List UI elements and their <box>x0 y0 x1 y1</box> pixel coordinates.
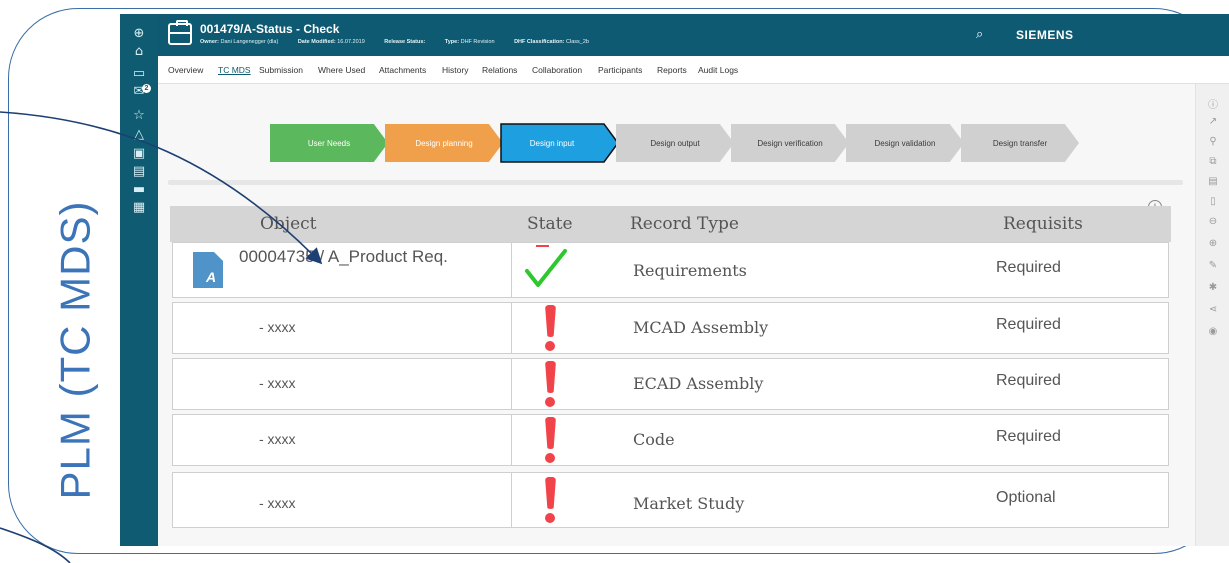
minus-circle-icon[interactable]: ⊖ <box>1205 216 1221 230</box>
phase-design-planning[interactable]: Design planning <box>385 124 503 162</box>
header-meta: Owner: Dani Langenegger (dla) Date Modif… <box>200 39 607 45</box>
edit-icon[interactable]: ▣ <box>130 146 148 162</box>
info-icon[interactable]: ⓘ <box>1205 96 1221 111</box>
row-record-type: Requirements <box>633 261 747 280</box>
paste-icon[interactable]: ▤ <box>1205 176 1221 190</box>
phase-user-needs[interactable]: User Needs <box>270 124 388 162</box>
folder-icon[interactable]: ▭ <box>130 66 148 82</box>
col-record-type: Record Type <box>630 214 739 234</box>
inbox-badge: 2 <box>142 84 151 93</box>
table-row[interactable]: - xxxx MCAD Assembly Required <box>172 302 1169 354</box>
home-icon[interactable]: ⌂ <box>130 44 148 60</box>
warning-exclamation-icon <box>543 361 557 409</box>
share-icon[interactable]: ↗ <box>1205 116 1221 130</box>
side-label-wrap: PLM (TC MDS) <box>20 170 130 530</box>
meta-type: Type: DHF Revision <box>444 39 495 45</box>
briefcase-icon <box>168 20 192 45</box>
meta-classification: DHF Classification: Class_2b <box>514 39 589 45</box>
add-icon[interactable]: ⊕ <box>130 26 148 42</box>
row-object[interactable]: - xxxx <box>259 495 296 511</box>
list-icon[interactable]: ▤ <box>130 164 148 180</box>
table-row[interactable]: - xxxx ECAD Assembly Required <box>172 358 1169 410</box>
tab-submission[interactable]: Submission <box>259 65 303 75</box>
table-header: Object State Record Type Requisits <box>170 206 1171 242</box>
row-object[interactable]: - xxxx <box>259 319 296 335</box>
page-title: 001479/A-Status - Check <box>200 22 340 36</box>
tab-collaboration[interactable]: Collaboration <box>532 65 582 75</box>
phase-design-verification[interactable]: Design verification <box>731 124 849 162</box>
meta-release: Release Status: <box>384 39 426 45</box>
row-object[interactable]: - xxxx <box>259 431 296 447</box>
meta-date: Date Modified: 16.07.2019 <box>297 39 365 45</box>
brand-logo: SIEMENS <box>1016 28 1074 42</box>
eye-icon[interactable]: ◉ <box>1205 326 1221 340</box>
right-toolbar: ⓘ ↗ ⚲ ⧉ ▤ ▯ ⊖ ⊕ ✎ ✱ ⋖ ◉ <box>1195 84 1229 546</box>
network-icon[interactable]: ⋖ <box>1205 304 1221 318</box>
warning-exclamation-icon <box>543 417 557 465</box>
search-icon[interactable]: ⌕ <box>976 27 992 43</box>
tab-overview[interactable]: Overview <box>168 65 203 75</box>
row-object[interactable]: 00004735 / A_Product Req. <box>239 247 469 267</box>
tab-bar: Overview TC MDS Submission Where Used At… <box>158 56 1229 84</box>
horizontal-scrollbar[interactable] <box>168 180 1183 185</box>
header-bar: 001479/A-Status - Check Owner: Dani Lang… <box>158 14 1229 56</box>
phase-design-output[interactable]: Design output <box>616 124 734 162</box>
nav-rail: ⊕ ⌂ ▭ ✉ 2 ☆ △ ▣ ▤ ▬ ▦ <box>120 14 158 546</box>
alert-icon[interactable]: △ <box>130 127 148 143</box>
tab-history[interactable]: History <box>442 65 468 75</box>
report-icon[interactable]: ▦ <box>130 200 148 216</box>
copy-icon[interactable]: ⧉ <box>1205 156 1221 170</box>
tab-tc-mds[interactable]: TC MDS <box>218 65 251 75</box>
tab-audit-logs[interactable]: Audit Logs <box>698 65 738 75</box>
plus-circle-icon[interactable]: ⊕ <box>1205 238 1221 252</box>
col-object: Object <box>260 214 317 234</box>
record-table: Object State Record Type Requisits A 000… <box>170 206 1171 534</box>
row-requisit: Required <box>996 316 1061 333</box>
slide: PLM (TC MDS) ⊕ ⌂ ▭ ✉ 2 ☆ △ ▣ ▤ ▬ ▦ 00147… <box>0 0 1229 563</box>
check-icon <box>525 245 567 287</box>
tab-relations[interactable]: Relations <box>482 65 517 75</box>
star-icon[interactable]: ☆ <box>130 108 148 124</box>
row-record-type: MCAD Assembly <box>633 318 769 337</box>
row-record-type: Market Study <box>633 494 745 513</box>
table-row[interactable]: - xxxx Market Study Optional <box>172 472 1169 528</box>
phase-design-transfer[interactable]: Design transfer <box>961 124 1079 162</box>
row-object[interactable]: - xxxx <box>259 375 296 391</box>
side-label: PLM (TC MDS) <box>51 200 98 500</box>
row-requisit: Required <box>996 428 1061 445</box>
document-icon: A <box>193 252 223 288</box>
row-requisit: Optional <box>996 489 1056 506</box>
tools-icon[interactable]: ✱ <box>1205 282 1221 296</box>
warning-exclamation-icon <box>543 477 557 525</box>
monitor-icon[interactable]: ▬ <box>130 182 148 198</box>
row-requisit: Required <box>996 259 1061 276</box>
workflow-icon[interactable]: ⚲ <box>1205 136 1221 150</box>
phase-design-input[interactable]: Design input <box>500 124 604 162</box>
tab-reports[interactable]: Reports <box>657 65 687 75</box>
row-requisit: Required <box>996 372 1061 389</box>
table-row[interactable]: A 00004735 / A_Product Req. Requirements… <box>172 242 1169 298</box>
col-requisits: Requisits <box>1003 214 1083 234</box>
tab-where-used[interactable]: Where Used <box>318 65 365 75</box>
warning-exclamation-icon <box>543 305 557 353</box>
tab-participants[interactable]: Participants <box>598 65 642 75</box>
row-record-type: ECAD Assembly <box>633 374 764 393</box>
meta-owner: Owner: Dani Langenegger (dla) <box>200 39 279 45</box>
phase-design-validation[interactable]: Design validation <box>846 124 964 162</box>
table-row[interactable]: - xxxx Code Required <box>172 414 1169 466</box>
tab-attachments[interactable]: Attachments <box>379 65 426 75</box>
pencil-icon[interactable]: ✎ <box>1205 260 1221 274</box>
row-record-type: Code <box>633 430 675 449</box>
document-icon[interactable]: ▯ <box>1205 196 1221 210</box>
col-state: State <box>527 214 573 234</box>
